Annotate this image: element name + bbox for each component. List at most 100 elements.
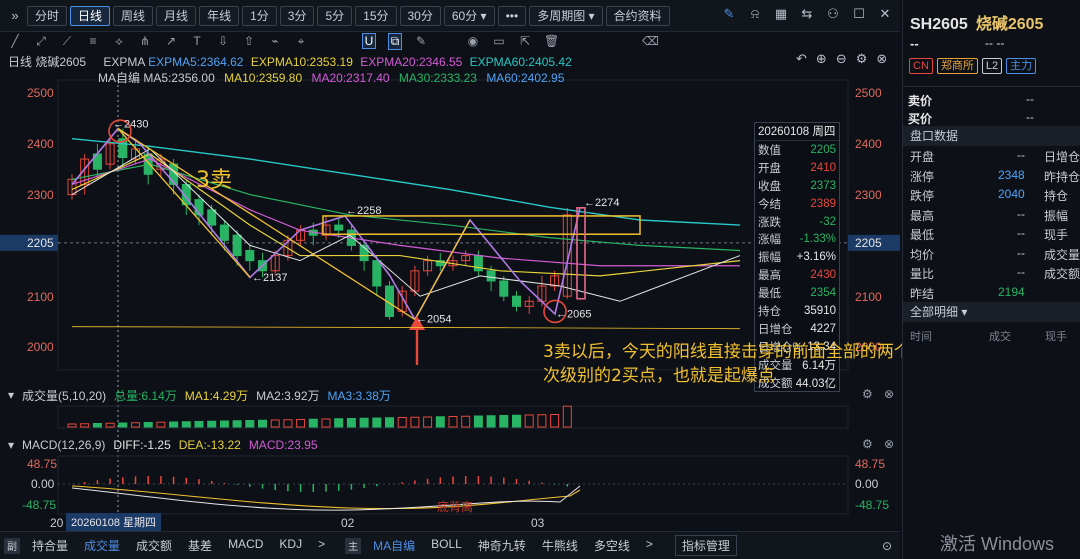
info-row: 涨幅 -1.33% (755, 230, 839, 248)
period-button[interactable]: 60分 ▾ (443, 5, 495, 26)
text-tool-icon[interactable]: T (190, 34, 204, 48)
trash-icon[interactable]: 🗑 (544, 34, 559, 48)
fib-tool-icon[interactable]: ≡ (86, 34, 100, 48)
eraser-icon[interactable]: ⌫ (642, 34, 659, 48)
contract-tag[interactable]: CN (909, 58, 933, 74)
period-button[interactable]: 年线 (199, 5, 240, 26)
period-button[interactable]: 3分 (279, 5, 315, 26)
contract-tag[interactable]: L2 (981, 58, 1003, 74)
os-activation-watermark: 激活 Windows (940, 534, 1055, 554)
buy-price-label: 买价 (908, 112, 933, 126)
compass-icon[interactable]: ⊙ (882, 539, 892, 553)
price-tick-right: 2300 (855, 188, 882, 202)
arrow-tool-icon[interactable]: ↗ (164, 34, 178, 48)
info-row: 最高 2430 (755, 266, 839, 284)
contract-label: 日线 烧碱2605 (8, 55, 87, 69)
main-indicator-tab[interactable]: BOLL (423, 537, 470, 554)
ma-legend: MA自编 MA5:2356.00 MA10:2359.80 MA20:2317.… (98, 69, 564, 86)
chevron-down-icon[interactable]: ▾ (8, 388, 14, 402)
grid-icon[interactable]: ▦ (772, 6, 790, 22)
period-button[interactable]: 15分 (355, 5, 397, 26)
close-icon[interactable]: ⊗ (876, 51, 887, 67)
segment-tool-icon[interactable]: ⟋ (60, 34, 74, 49)
macd-close-icon[interactable]: ⊗ (884, 437, 894, 451)
pencil-tool-icon[interactable]: ✎ (414, 34, 428, 48)
price-tick-left: 2000 (27, 340, 54, 354)
volume-total: 总量:6.14万 (114, 388, 177, 403)
chart-area[interactable]: ←2430 ←2137 ←2258 ←2054 ←2274 ←2065 日线 烧碱2605… (0, 50, 900, 531)
line-tool-icon[interactable]: ╱ (8, 34, 22, 48)
volume-bar (524, 414, 534, 428)
undo-icon[interactable]: ↶ (796, 51, 807, 67)
settings-icon[interactable]: ⚙ (856, 51, 868, 67)
sub-indicator-tab[interactable]: 成交量 (76, 537, 128, 554)
info-key: 数值 (758, 144, 781, 157)
close-icon[interactable]: ✕ (876, 6, 894, 22)
quote-value: -- (1017, 206, 1025, 221)
sub-indicator-tab[interactable]: MACD (220, 537, 271, 554)
period-button[interactable]: ••• (497, 5, 527, 26)
macd-settings-icon[interactable]: ⚙ (862, 437, 873, 451)
volume-bar (372, 417, 382, 428)
contract-tag[interactable]: 主力 (1006, 58, 1037, 74)
period-button[interactable]: 周线 (113, 5, 154, 26)
sub-indicator-tab[interactable]: > (310, 537, 333, 554)
main-indicator-tab[interactable]: MA自编 (365, 537, 423, 554)
up-arrow-tool-icon[interactable]: ⇧ (242, 34, 256, 48)
mouse-tool-icon[interactable]: ⌖ (294, 34, 308, 49)
main-indicator-tab[interactable]: 多空线 (586, 537, 638, 554)
period-button[interactable]: 1分 (242, 5, 277, 26)
magnet-tool-icon[interactable]: U (362, 33, 376, 49)
volume-settings-icon[interactable]: ⚙ (862, 387, 873, 401)
export-icon[interactable]: ⇱ (518, 34, 532, 48)
volume-bar (80, 423, 90, 428)
chevron-down-icon[interactable]: ▾ (8, 438, 14, 452)
chat-icon[interactable]: ☐ (850, 6, 868, 22)
sub-indicator-tab[interactable]: 成交额 (128, 537, 180, 554)
period-button[interactable]: 日线 (70, 5, 111, 26)
ruler-tool-icon[interactable]: ⟡ (112, 34, 126, 49)
sub-indicator-tab[interactable]: 持合量 (24, 537, 76, 554)
bell-icon[interactable]: ⍾ (746, 6, 764, 22)
main-indicator-tab[interactable]: 牛熊线 (534, 537, 586, 554)
info-key: 今结 (758, 198, 781, 211)
detail-header[interactable]: 全部明细 ▾ (903, 302, 1080, 322)
macd-panel-header: ▾ MACD(12,26,9) DIFF:-1.25 DEA:-13.22 MA… (0, 436, 318, 454)
main-indicator-tab[interactable]: 神奇九转 (470, 537, 534, 554)
period-button[interactable]: 30分 (399, 5, 441, 26)
down-arrow-tool-icon[interactable]: ⇩ (216, 34, 230, 48)
compare-icon[interactable]: ⇆ (798, 6, 816, 22)
contract-tags: CN 郑商所 L2 主力 (909, 58, 1037, 74)
sub-indicator-tab[interactable]: 基差 (180, 537, 220, 554)
period-button[interactable]: 分时 (27, 5, 68, 26)
fork-tool-icon[interactable]: ⋔ (138, 34, 152, 48)
pen-icon[interactable]: ✎ (720, 6, 738, 22)
volume-close-icon[interactable]: ⊗ (884, 387, 894, 401)
period-button[interactable]: 5分 (317, 5, 353, 26)
quote-label: 最高 (910, 208, 935, 223)
candle-down (207, 209, 217, 226)
breakout-candle-box (576, 207, 586, 300)
ray-tool-icon[interactable]: ⤢ (34, 34, 48, 49)
eye-icon[interactable]: ◉ (466, 34, 480, 48)
period-button[interactable]: 合约资料 (605, 5, 670, 26)
person-icon[interactable]: ⚇ (824, 6, 842, 22)
indicator-manage-button[interactable]: 指标管理 (674, 535, 737, 556)
zoom-in-icon[interactable]: ⊕ (816, 51, 827, 67)
volume-bar (461, 415, 471, 428)
volume-bar (346, 418, 356, 428)
zoom-out-icon[interactable]: ⊖ (836, 51, 847, 67)
sub-indicator-tab[interactable]: KDJ (271, 537, 310, 554)
copy-tool-icon[interactable]: ⧉ (388, 32, 402, 50)
double-chevron-right-icon[interactable]: » (6, 8, 24, 23)
info-row: 日增仓 4227 (755, 320, 839, 338)
volume-bar (258, 419, 267, 428)
main-indicator-tab[interactable]: > (638, 537, 661, 554)
volume-bar (410, 416, 420, 428)
layout-icon[interactable]: ▭ (492, 34, 506, 48)
contract-tag[interactable]: 郑商所 (936, 58, 978, 74)
volume-bar (308, 418, 318, 428)
brush-tool-icon[interactable]: ⌁ (268, 34, 282, 48)
period-button[interactable]: 多周期图 ▾ (529, 5, 603, 26)
period-button[interactable]: 月线 (156, 5, 197, 26)
